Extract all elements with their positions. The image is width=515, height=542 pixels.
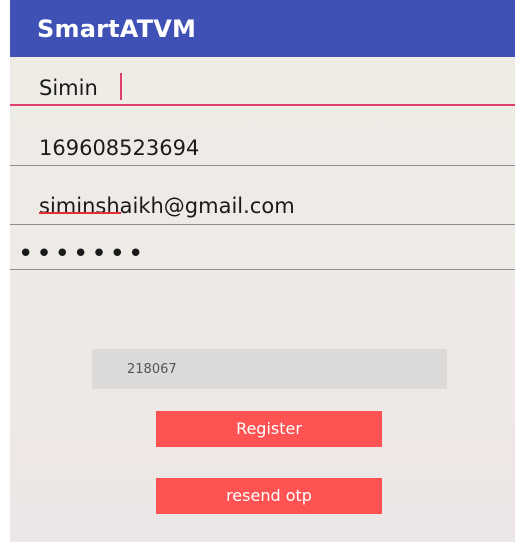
name-input[interactable] [10, 70, 515, 106]
app-title: SmartATVM [37, 15, 197, 43]
aadhaar-number-input[interactable] [10, 130, 515, 166]
resend-otp-button[interactable]: resend otp [156, 478, 382, 514]
password-input-underline [10, 269, 515, 270]
password-input[interactable] [10, 239, 515, 269]
app-screen: SmartATVM Register resend otp [10, 0, 515, 542]
spellcheck-underline [39, 212, 121, 214]
otp-input[interactable] [92, 349, 447, 389]
name-input-underline [10, 104, 515, 106]
email-input-underline [10, 224, 515, 225]
text-cursor [120, 73, 122, 100]
app-bar: SmartATVM [10, 0, 515, 57]
email-input[interactable] [10, 188, 515, 224]
aadhaar-input-underline [10, 165, 515, 166]
register-button[interactable]: Register [156, 411, 382, 447]
